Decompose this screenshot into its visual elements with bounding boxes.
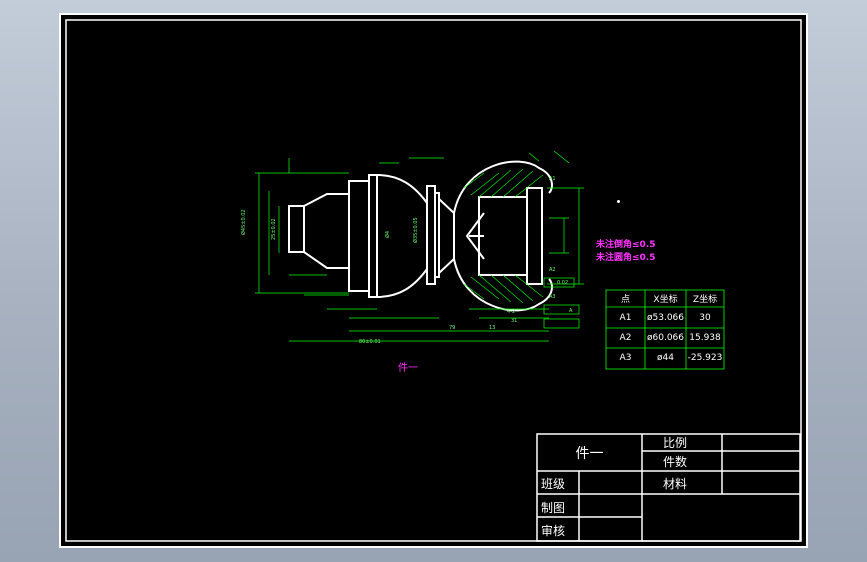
part-label: 件一 <box>398 363 418 374</box>
coord-cell: A2 <box>619 333 632 343</box>
cad-viewport[interactable]: { "drawing": { "part_label": "件一", "note… <box>0 0 867 562</box>
dim-text: Ø4 <box>384 231 391 238</box>
coord-cell: A1 <box>619 313 632 323</box>
drawing-sheet[interactable]: Ø45±0.02 25±0.02 Ø4 Ø35±0.05 80±0.01 4-2… <box>59 13 808 548</box>
point-label: A1 <box>549 176 556 182</box>
title-qty-label: 件数 <box>663 455 688 469</box>
coord-cell: A3 <box>619 353 632 363</box>
dim-text: 4-2 <box>507 309 515 315</box>
dim-text: 25±0.02 <box>271 218 277 240</box>
dim-text: 13 <box>489 325 495 331</box>
datum-label: A <box>569 308 573 314</box>
dim-text: 79 <box>449 325 455 331</box>
crosshair-cursor <box>617 200 620 203</box>
coord-header-z: Z坐标 <box>692 295 718 305</box>
title-checked-label: 审核 <box>541 524 566 538</box>
coord-cell: -25.923 <box>687 353 723 363</box>
coord-cell: 15.938 <box>689 333 721 343</box>
title-part-name: 件一 <box>575 446 604 462</box>
tolerance-value: 0.02 <box>557 280 568 286</box>
title-scale-label: 比例 <box>663 436 688 450</box>
inner-frame <box>65 19 802 542</box>
drawing-canvas[interactable]: Ø45±0.02 25±0.02 Ø4 Ø35±0.05 80±0.01 4-2… <box>59 13 808 548</box>
part-profile[interactable] <box>288 160 553 312</box>
dimension-texts: Ø45±0.02 25±0.02 Ø4 Ø35±0.05 80±0.01 4-2… <box>240 176 573 345</box>
title-class-label: 班级 <box>541 477 566 491</box>
dim-text: 80±0.01 <box>359 339 381 345</box>
coord-cell: ø60.066 <box>647 333 684 343</box>
title-material-label: 材料 <box>663 477 688 491</box>
dim-text: Ø45±0.02 <box>240 209 247 235</box>
coord-header-point: 点 <box>620 295 630 305</box>
note-fillet: 未注圆角≤0.5 <box>596 253 656 263</box>
coord-header-x: X坐标 <box>653 295 678 305</box>
coord-cell: ø53.066 <box>647 313 684 323</box>
sheet-border <box>59 13 808 548</box>
note-chamfer: 未注倒角≤0.5 <box>596 240 656 250</box>
point-label: A3 <box>549 294 556 300</box>
title-drawn-label: 制图 <box>541 501 566 515</box>
point-label: A2 <box>549 267 556 273</box>
dim-text: 31 <box>511 318 517 324</box>
coord-cell: ø44 <box>657 353 674 363</box>
coord-cell: 30 <box>699 313 711 323</box>
dim-text: Ø35±0.05 <box>412 217 419 243</box>
